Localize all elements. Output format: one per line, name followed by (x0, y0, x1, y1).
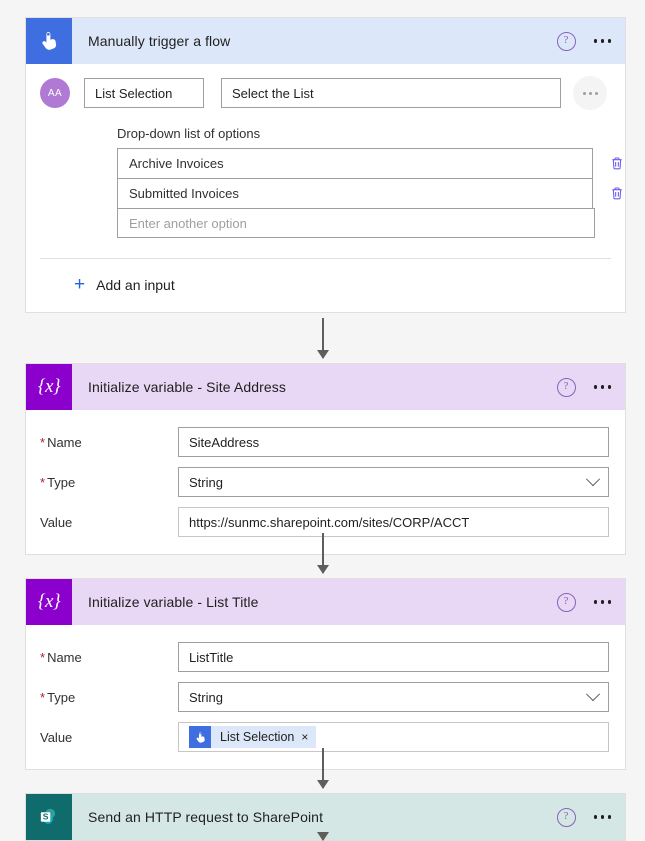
help-icon[interactable]: ? (556, 31, 576, 51)
action-card-header[interactable]: {x} Initialize variable - List Title ? (26, 579, 625, 625)
option-value-field[interactable]: Submitted Invoices (117, 178, 593, 208)
type-label: * Type (40, 689, 76, 705)
required-marker: * (40, 434, 46, 450)
manual-trigger-icon (189, 726, 211, 748)
remove-token-icon[interactable]: × (301, 730, 308, 744)
variable-icon-glyph: {x} (37, 376, 61, 397)
action-card-initialize-site-address[interactable]: {x} Initialize variable - Site Address ?… (25, 363, 626, 555)
action-card-body: * Name SiteAddress * Type String Value htt… (26, 424, 625, 554)
type-select[interactable]: String (178, 467, 609, 497)
delete-option-icon[interactable] (609, 155, 625, 171)
flow-designer-canvas: Manually trigger a flow ? AA List Select… (0, 0, 645, 841)
value-label: Value (40, 514, 73, 530)
action-more-button[interactable] (593, 600, 611, 604)
list-item-new[interactable]: Enter another option (117, 208, 625, 238)
add-input-label: Add an input (96, 276, 175, 293)
manual-trigger-icon (26, 18, 72, 64)
action-more-button[interactable] (593, 385, 611, 389)
input-description-field[interactable]: Select the List (221, 78, 561, 108)
field-row-value: Value List Selection × (26, 719, 625, 755)
token-label: List Selection (220, 730, 295, 744)
input-title-field[interactable]: List Selection (84, 78, 204, 108)
help-icon[interactable]: ? (556, 377, 576, 397)
help-icon[interactable]: ? (556, 592, 576, 612)
list-item[interactable]: Archive Invoices (117, 148, 625, 178)
option-value-field[interactable]: Archive Invoices (117, 148, 593, 178)
name-input[interactable]: SiteAddress (178, 427, 609, 457)
trigger-card-body: AA List Selection Select the List Drop-d… (26, 64, 625, 312)
value-input[interactable]: List Selection × (178, 722, 609, 752)
type-label: * Type (40, 474, 76, 490)
action-header-actions: ? (556, 794, 626, 840)
trigger-more-button[interactable] (593, 39, 611, 43)
connector-arrow (317, 533, 329, 574)
trigger-card[interactable]: Manually trigger a flow ? AA List Select… (25, 17, 626, 313)
required-marker: * (40, 649, 46, 665)
action-card-body: * Name ListTitle * Type String Value Lis… (26, 639, 625, 769)
plus-icon: + (74, 274, 86, 295)
field-row-type: * Type String (26, 679, 625, 715)
action-header-actions: ? (556, 364, 626, 410)
action-more-button[interactable] (593, 815, 611, 819)
sharepoint-icon: S (26, 794, 72, 840)
action-title: Initialize variable - Site Address (88, 379, 286, 395)
help-icon[interactable]: ? (556, 807, 576, 827)
action-header-actions: ? (556, 579, 626, 625)
action-title: Initialize variable - List Title (88, 594, 259, 610)
input-more-button[interactable] (573, 76, 607, 110)
trigger-title: Manually trigger a flow (88, 33, 231, 49)
field-row-name: * Name SiteAddress (26, 424, 625, 460)
dropdown-options-list: Archive Invoices Submitted Invoices Ente… (26, 148, 625, 238)
type-select-value: String (189, 689, 223, 705)
name-label: * Name (40, 434, 82, 450)
required-marker: * (40, 689, 46, 705)
type-select[interactable]: String (178, 682, 609, 712)
name-input[interactable]: ListTitle (178, 642, 609, 672)
value-label: Value (40, 729, 73, 745)
field-row-value: Value https://sunmc.sharepoint.com/sites… (26, 504, 625, 540)
field-row-name: * Name ListTitle (26, 639, 625, 675)
dropdown-options-label: Drop-down list of options (117, 126, 261, 141)
trigger-input-row: AA List Selection Select the List (26, 64, 625, 110)
new-option-input[interactable]: Enter another option (117, 208, 595, 238)
variable-icon: {x} (26, 579, 72, 625)
variable-icon: {x} (26, 364, 72, 410)
chevron-down-icon (585, 687, 601, 702)
trigger-card-header[interactable]: Manually trigger a flow ? (26, 18, 625, 64)
field-row-type: * Type String (26, 464, 625, 500)
action-card-initialize-list-title[interactable]: {x} Initialize variable - List Title ? *… (25, 578, 626, 770)
input-type-text-icon: AA (40, 78, 70, 108)
value-input[interactable]: https://sunmc.sharepoint.com/sites/CORP/… (178, 507, 609, 537)
svg-text:S: S (43, 812, 49, 822)
connector-arrow (317, 748, 329, 789)
type-select-value: String (189, 474, 223, 490)
action-title: Send an HTTP request to SharePoint (88, 809, 324, 825)
required-marker: * (40, 474, 46, 490)
add-input-button[interactable]: + Add an input (26, 259, 625, 312)
dynamic-content-token[interactable]: List Selection × (189, 726, 317, 748)
delete-option-icon[interactable] (609, 185, 625, 201)
chevron-down-icon (585, 472, 601, 487)
action-card-header[interactable]: {x} Initialize variable - Site Address ? (26, 364, 625, 410)
variable-icon-glyph: {x} (37, 591, 61, 612)
name-label: * Name (40, 649, 82, 665)
connector-arrow (317, 318, 329, 359)
trigger-header-actions: ? (556, 18, 626, 64)
list-item[interactable]: Submitted Invoices (117, 178, 625, 208)
